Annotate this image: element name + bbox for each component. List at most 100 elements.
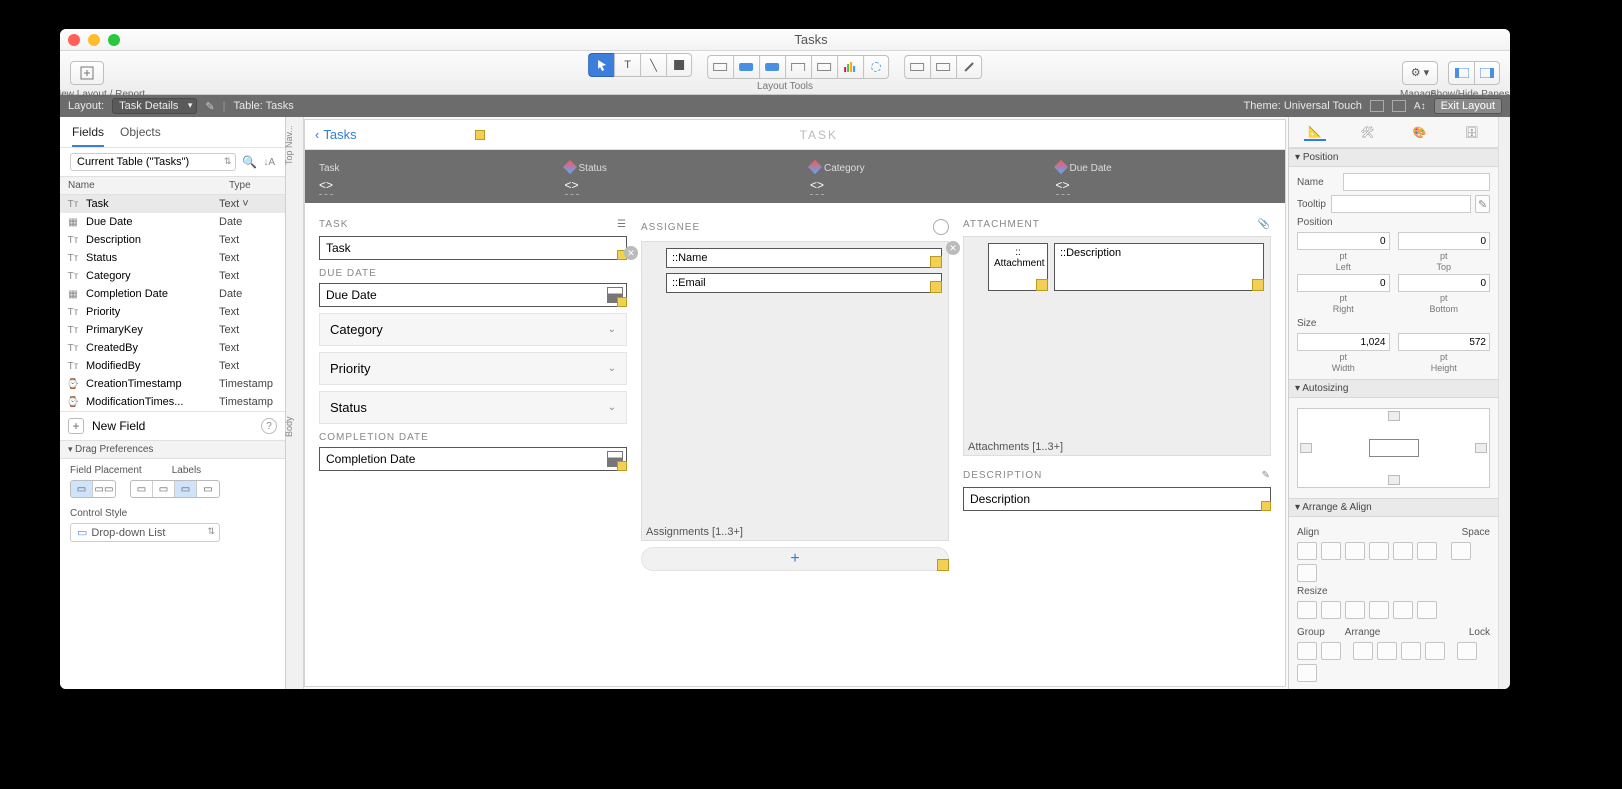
tool-field-control[interactable] xyxy=(904,55,930,79)
pos-bottom-input[interactable] xyxy=(1398,274,1491,292)
lock-btn[interactable] xyxy=(1457,642,1477,660)
edit-layout-icon[interactable]: ✎ xyxy=(205,100,214,113)
layout-selector[interactable]: Task Details xyxy=(112,98,197,114)
tool-part[interactable] xyxy=(930,55,956,79)
add-field-icon[interactable]: + xyxy=(68,418,84,434)
zoom-icon[interactable] xyxy=(108,34,120,46)
manage-button[interactable]: ⚙ ▾ xyxy=(1402,61,1438,85)
tool-chart[interactable] xyxy=(837,55,863,79)
arrange-backward[interactable] xyxy=(1401,642,1421,660)
field-task[interactable]: Task xyxy=(319,236,627,260)
tool-button[interactable] xyxy=(733,55,759,79)
space-v[interactable] xyxy=(1297,564,1317,582)
tool-text[interactable]: T xyxy=(614,53,640,77)
placement-seg[interactable]: ▭▭▭ xyxy=(70,480,116,498)
size-width-input[interactable] xyxy=(1297,333,1390,351)
tab-appearance-icon[interactable]: 🎨 xyxy=(1409,123,1431,141)
sec-autosize[interactable]: Autosizing xyxy=(1289,379,1498,398)
new-field-label[interactable]: New Field xyxy=(92,419,253,433)
tool-format-painter[interactable] xyxy=(956,55,982,79)
tool-field[interactable] xyxy=(707,55,733,79)
delete-row-icon[interactable]: ✕ xyxy=(946,241,960,255)
exit-layout-button[interactable]: Exit Layout xyxy=(1434,98,1502,114)
field-due-date[interactable]: Due Date xyxy=(319,283,627,307)
portal-attachments[interactable]: ✕ :: Attachment ::Description Attachment… xyxy=(963,236,1271,456)
summary-value[interactable]: <> xyxy=(1056,176,1070,195)
inspector-scrollbar[interactable] xyxy=(1498,117,1510,689)
edit-icon[interactable]: ✎ xyxy=(1262,470,1271,481)
align-left[interactable] xyxy=(1297,542,1317,560)
tool-rect[interactable] xyxy=(666,53,692,77)
pos-right-input[interactable] xyxy=(1297,274,1390,292)
help-icon[interactable]: ? xyxy=(261,418,277,434)
field-row[interactable]: TтTaskText ˅ xyxy=(60,195,285,213)
back-button[interactable]: ‹ Tasks xyxy=(315,127,357,142)
field-row[interactable]: TтModifiedByText xyxy=(60,357,285,375)
portal-assignments[interactable]: ✕ ::Name ::Email Assignments [1..3+] xyxy=(641,241,949,541)
text-ruler-icon[interactable]: A↕ xyxy=(1414,101,1426,112)
sort-icon[interactable]: ↓A xyxy=(263,157,275,168)
field-row[interactable]: TтPrimaryKeyText xyxy=(60,321,285,339)
part-body[interactable]: Body xyxy=(284,416,294,437)
dropdown-category[interactable]: Category⌄ xyxy=(319,313,627,346)
table-selector[interactable]: Current Table ("Tasks") xyxy=(70,153,236,171)
tab-styles-icon[interactable]: 🛠 xyxy=(1356,123,1378,141)
toggle-left-pane[interactable] xyxy=(1448,61,1474,85)
close-icon[interactable] xyxy=(68,34,80,46)
control-style-select[interactable]: ▭Drop-down List xyxy=(70,523,220,542)
summary-value[interactable]: <> xyxy=(319,176,333,195)
resize-3[interactable] xyxy=(1345,601,1365,619)
field-completion-date[interactable]: Completion Date xyxy=(319,447,627,471)
add-assignee-button[interactable]: + xyxy=(641,547,949,571)
paperclip-icon[interactable]: 📎 xyxy=(1258,219,1271,230)
resize-1[interactable] xyxy=(1297,601,1317,619)
delete-row-icon[interactable]: ✕ xyxy=(624,246,638,260)
sec-position[interactable]: Position xyxy=(1289,148,1498,167)
person-icon[interactable] xyxy=(933,219,949,235)
tool-select[interactable] xyxy=(588,53,614,77)
inspector-tooltip-input[interactable] xyxy=(1331,195,1471,213)
dropdown-priority[interactable]: Priority⌄ xyxy=(319,352,627,385)
field-row[interactable]: TтCreatedByText xyxy=(60,339,285,357)
toggle-right-pane[interactable] xyxy=(1474,61,1500,85)
tab-objects[interactable]: Objects xyxy=(120,125,161,147)
field-row[interactable]: TтCategoryText xyxy=(60,267,285,285)
ungroup-btn[interactable] xyxy=(1321,642,1341,660)
align-right[interactable] xyxy=(1345,542,1365,560)
edit-tooltip-icon[interactable]: ✎ xyxy=(1475,195,1490,213)
list-icon[interactable]: ☰ xyxy=(617,219,627,230)
layout-canvas[interactable]: ‹ Tasks TASK Task<>Status<>Category<>Due… xyxy=(304,119,1286,687)
tool-webviewer[interactable] xyxy=(863,55,889,79)
tab-data-icon[interactable]: 🗄 xyxy=(1461,123,1483,141)
align-center-h[interactable] xyxy=(1321,542,1341,560)
field-row[interactable]: TтStatusText xyxy=(60,249,285,267)
field-row[interactable]: ▦Due DateDate xyxy=(60,213,285,231)
minimize-icon[interactable] xyxy=(88,34,100,46)
summary-value[interactable]: <> xyxy=(810,176,824,195)
inspector-name-input[interactable] xyxy=(1343,173,1490,191)
field-row[interactable]: ⌚ModificationTimes...Timestamp xyxy=(60,393,285,411)
labels-seg[interactable]: ▭▭▭▭ xyxy=(130,480,220,498)
search-icon[interactable]: 🔍 xyxy=(242,155,257,169)
size-height-input[interactable] xyxy=(1398,333,1491,351)
dropdown-status[interactable]: Status⌄ xyxy=(319,391,627,424)
autosize-control[interactable] xyxy=(1297,408,1490,488)
tool-tab[interactable] xyxy=(785,55,811,79)
space-h[interactable] xyxy=(1451,542,1471,560)
field-row[interactable]: TтPriorityText xyxy=(60,303,285,321)
field-attachment-desc[interactable]: ::Description xyxy=(1054,243,1264,291)
part-top-nav[interactable]: Top Nav... xyxy=(284,125,294,165)
unlock-btn[interactable] xyxy=(1297,664,1317,682)
arrange-front[interactable] xyxy=(1353,642,1373,660)
resize-4[interactable] xyxy=(1369,601,1389,619)
field-assignee-name[interactable]: ::Name xyxy=(666,248,942,268)
field-row[interactable]: ⌚CreationTimestampTimestamp xyxy=(60,375,285,393)
summary-value[interactable]: <> xyxy=(565,176,579,195)
screen-icon[interactable] xyxy=(1370,100,1384,112)
pos-top-input[interactable] xyxy=(1398,232,1491,250)
tool-portal[interactable] xyxy=(811,55,837,79)
field-attachment-container[interactable]: :: Attachment xyxy=(988,243,1048,291)
arrange-forward[interactable] xyxy=(1377,642,1397,660)
field-assignee-email[interactable]: ::Email xyxy=(666,273,942,293)
align-center-v[interactable] xyxy=(1393,542,1413,560)
